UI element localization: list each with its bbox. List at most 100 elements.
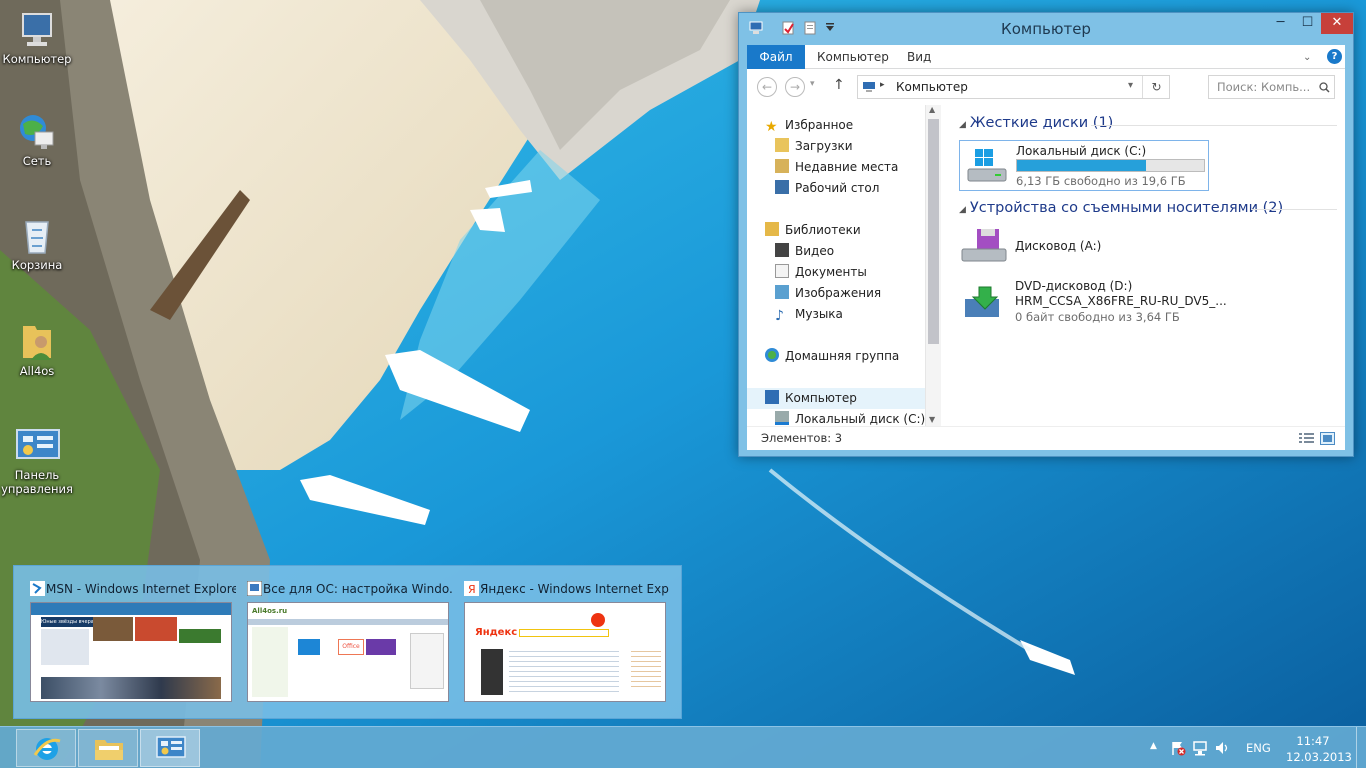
nav-favorite-downloads[interactable]: Загрузки [775,136,853,156]
divider [1251,209,1337,210]
desktop-icon-network[interactable]: Сеть [0,112,78,168]
desktop-icon-recycle-bin[interactable]: Корзина [0,216,78,272]
show-hidden-icons-button[interactable]: ▲ [1150,741,1157,751]
thumbnail-title: Яндекс - Windows Internet Expl... [480,582,670,596]
drive-tile-d[interactable]: DVD-дисковод (D:) HRM_CCSA_X86FRE_RU-RU_… [959,277,1227,329]
user-folder-icon [23,326,51,360]
computer-icon [765,390,779,404]
nav-libraries[interactable]: Библиотеки [765,220,861,240]
collapse-icon[interactable]: ◢ [959,120,966,130]
nav-computer[interactable]: Компьютер [765,388,857,408]
nav-library-documents[interactable]: Документы [775,262,867,282]
nav-library-music[interactable]: ♪ Музыка [775,304,843,324]
desktop-icon-control-panel[interactable]: Панель управления [0,428,78,496]
collapse-icon[interactable]: ◢ [959,205,966,215]
explorer-window[interactable]: Компьютер ─ ☐ ✕ Файл Компьютер Вид ⌄ ? ←… [738,12,1354,457]
clock-time: 11:47 [1296,734,1330,748]
address-dropdown-icon[interactable]: ▾ [1128,80,1133,91]
maximize-button[interactable]: ☐ [1294,13,1321,34]
desktop-icon-computer[interactable]: Компьютер [0,10,78,66]
nav-label: Компьютер [785,391,857,405]
help-button[interactable]: ? [1327,49,1342,64]
drive-usage-bar [1016,159,1205,172]
computer-icon [22,13,52,46]
video-library-icon [775,243,789,257]
taskbar-control-panel[interactable] [140,729,200,767]
nav-favorite-recent-places[interactable]: Недавние места [775,157,898,177]
tab-view[interactable]: Вид [907,45,931,69]
thumbnail-title: MSN - Windows Internet Explorer [46,582,236,596]
nav-label: Домашняя группа [785,349,900,363]
nav-pane-scrollbar[interactable]: ▲ ▼ [925,105,941,426]
drive-name: DVD-дисковод (D:) [1015,279,1133,293]
file-explorer-icon [95,740,123,760]
title-bar[interactable]: Компьютер ─ ☐ ✕ [739,13,1353,45]
expand-ribbon-icon[interactable]: ⌄ [1303,52,1311,63]
dvd-drive-icon [965,286,999,317]
nav-favorite-desktop[interactable]: Рабочий стол [775,178,879,198]
thumbnail-yandex[interactable]: Я Яндекс - Windows Internet Expl... Янде… [464,566,679,720]
forward-button[interactable]: → [785,77,805,97]
windows-drive-icon [967,149,1007,182]
desktop-icon-label: Сеть [22,154,52,168]
desktop-icon-label: All4os [19,364,55,378]
desktop-icon-all4os[interactable]: All4os [0,320,78,378]
search-icon[interactable] [1319,82,1330,93]
drive-tile-a[interactable]: Дисковод (A:) [959,225,1209,271]
thumbnail-preview: Юные звёзды вчера и сегодня [30,602,232,702]
nav-homegroup[interactable]: Домашняя группа [765,346,899,366]
nav-library-video[interactable]: Видео [775,241,834,261]
pictures-library-icon [775,285,789,299]
up-button[interactable]: ↑ [833,77,845,93]
address-bar[interactable]: ▸ Компьютер ▾ ↻ [857,75,1170,99]
details-view-icon[interactable] [1299,432,1314,445]
volume-icon[interactable] [1214,740,1230,756]
close-button[interactable]: ✕ [1321,13,1353,34]
recent-places-icon [775,159,789,173]
homegroup-icon [765,348,779,362]
content-area: ★ Избранное Загрузки Недавние места Рабоч… [747,105,1345,426]
back-button[interactable]: ← [757,77,777,97]
refresh-button[interactable]: ↻ [1142,76,1170,98]
scrollbar-thumb[interactable] [928,119,939,344]
drive-usage-fill [1017,160,1147,171]
address-location[interactable]: Компьютер [896,80,968,94]
group-header-hdd[interactable]: ◢ Жесткие диски (1) [959,115,1113,131]
taskbar-internet-explorer[interactable] [16,729,76,767]
scroll-up-icon[interactable]: ▲ [929,105,935,114]
drive-tile-c[interactable]: Локальный диск (C:) 6,13 ГБ свободно из … [959,140,1209,191]
drive-free-space: 6,13 ГБ свободно из 19,6 ГБ [1016,174,1186,188]
item-count: Элементов: 3 [761,431,843,445]
tab-computer[interactable]: Компьютер [817,45,889,69]
yandex-icon: Я [464,581,479,596]
thumbnail-all4os[interactable]: Все для ОС: настройка Windo... All4os.ru… [247,566,462,720]
clock[interactable]: 11:47 12.03.2013 [1286,733,1352,765]
scroll-down-icon[interactable]: ▼ [929,415,935,424]
network-icon [20,115,54,149]
nav-favorites[interactable]: ★ Избранное [765,115,853,135]
drive-free-space: 0 байт свободно из 3,64 ГБ [1015,310,1180,324]
network-status-icon[interactable] [1192,740,1208,756]
taskbar-file-explorer[interactable] [78,729,138,767]
computer-icon [863,82,875,92]
show-desktop-button[interactable] [1356,727,1366,768]
recycle-bin-icon [25,221,49,254]
large-icons-view-icon[interactable] [1320,432,1335,445]
nav-library-pictures[interactable]: Изображения [775,283,881,303]
nav-label: Музыка [795,307,843,321]
tab-file[interactable]: Файл [747,45,805,69]
recent-locations-button[interactable]: ▾ [810,79,815,89]
taskbar: ▲ ENG 11:47 12.03.2013 [0,726,1366,768]
group-header-removable[interactable]: ◢ Устройства со съемными носителями (2) [959,200,1283,216]
minimize-button[interactable]: ─ [1267,13,1294,34]
file-view: ◢ Жесткие диски (1) Локальный диск (C:) 6… [941,105,1345,426]
thumbnail-msn[interactable]: MSN - Windows Internet Explorer Юные звё… [30,566,245,720]
action-center-icon[interactable] [1170,740,1186,756]
search-input[interactable]: Поиск: Компь... [1208,75,1335,99]
breadcrumb-separator: ▸ [880,80,885,90]
divider [1091,125,1337,126]
input-language[interactable]: ENG [1246,741,1271,755]
nav-label: Библиотеки [785,223,861,237]
nav-label: Видео [795,244,835,258]
all4os-site-name: All4os.ru [252,607,288,615]
